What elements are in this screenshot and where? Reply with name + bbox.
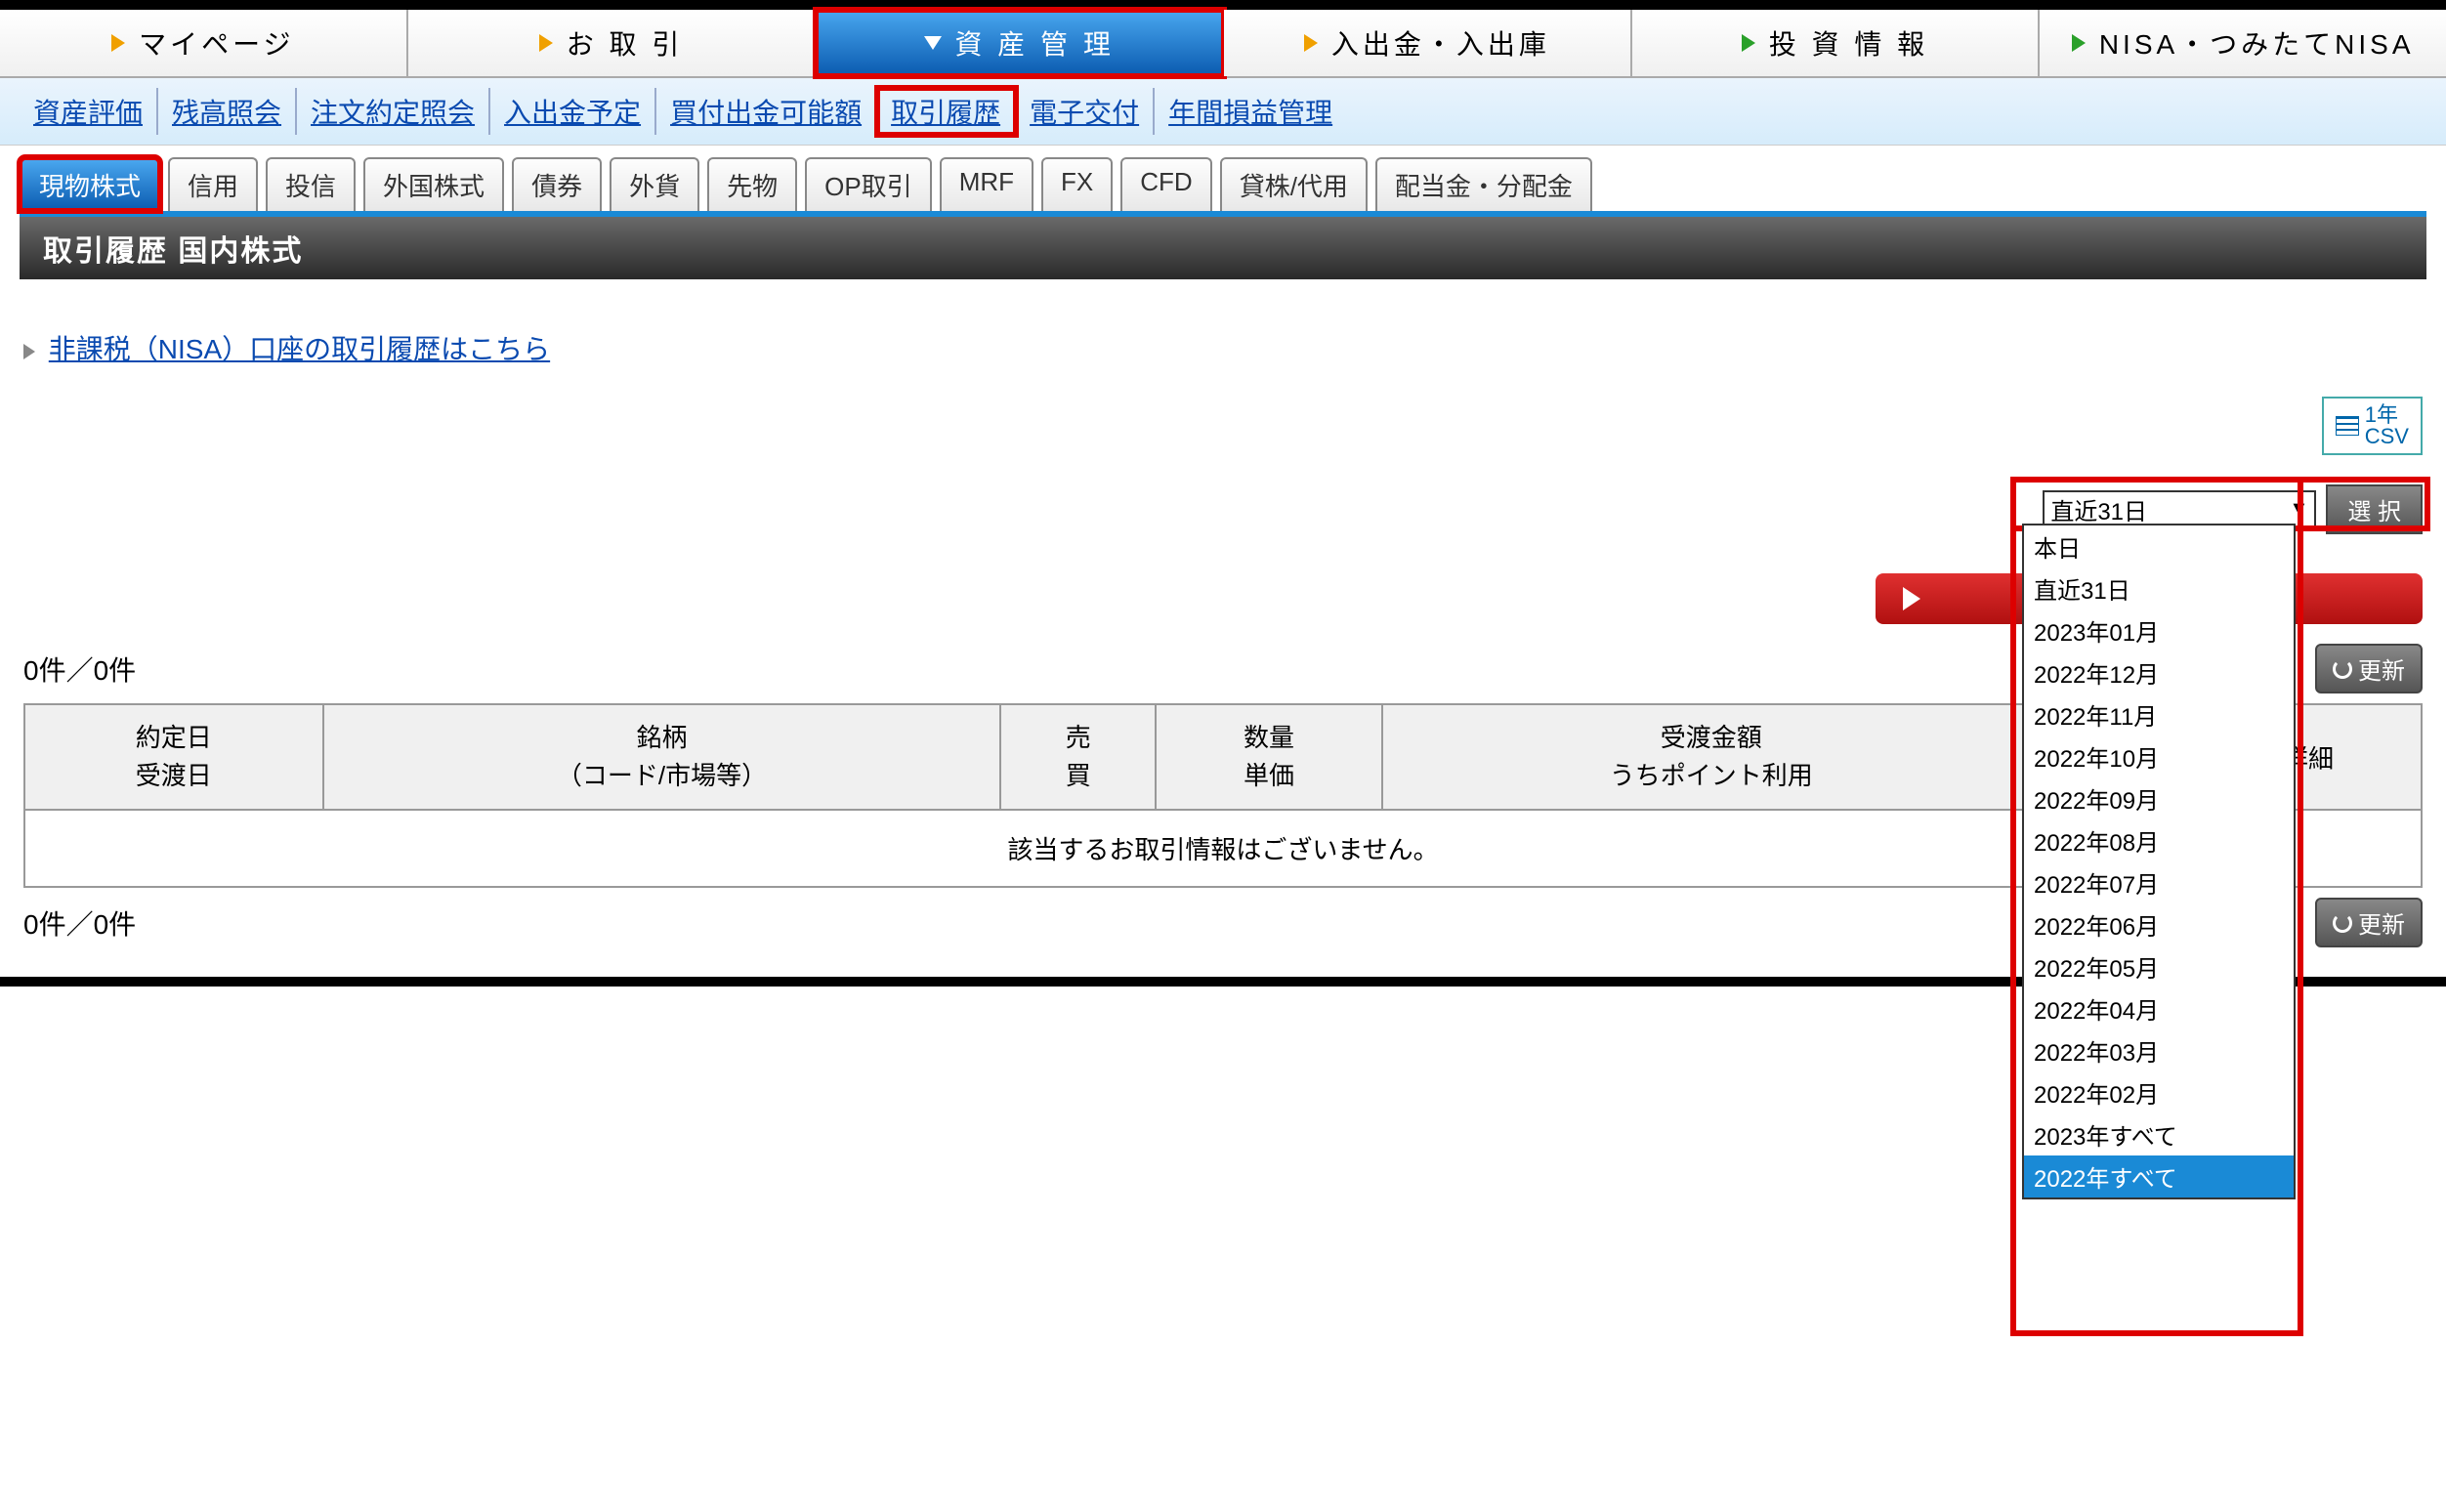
arrow-right-icon xyxy=(1742,34,1755,52)
tab-lending[interactable]: 貸株/代用 xyxy=(1220,157,1368,211)
nav-invest[interactable]: 投 資 情 報 xyxy=(1632,10,2041,76)
arrow-right-icon xyxy=(1304,34,1318,52)
arrow-down-icon xyxy=(924,36,942,50)
period-dropdown: 本日直近31日2023年01月2022年12月2022年11月2022年10月2… xyxy=(2022,524,2296,1199)
th-qty: 数量単価 xyxy=(1156,704,1382,810)
sub-nav: 資産評価 残高照会 注文約定照会 入出金予定 買付出金可能額 取引履歴 電子交付… xyxy=(0,78,2446,146)
period-selected-value: 直近31日 xyxy=(2050,492,2147,526)
tab-margin[interactable]: 信用 xyxy=(168,157,258,211)
arrow-right-icon xyxy=(2072,34,2086,52)
nav-label: マイページ xyxy=(139,23,294,63)
th-buysell: 売買 xyxy=(1000,704,1155,810)
nav-nisa[interactable]: NISA・つみたてNISA xyxy=(2040,10,2446,76)
subnav-history[interactable]: 取引履歴 xyxy=(877,88,1016,135)
period-select-row: 直近31日 ▼ 選 択 本日直近31日2023年01月2022年12月2022年… xyxy=(23,484,2423,534)
tab-futures[interactable]: 先物 xyxy=(707,157,797,211)
subnav-annual[interactable]: 年間損益管理 xyxy=(1155,88,1346,135)
nav-label: 資 産 管 理 xyxy=(955,23,1115,63)
result-count-bottom: 0件／0件 xyxy=(23,903,136,943)
period-option[interactable]: 2022年05月 xyxy=(2024,945,2294,987)
period-option[interactable]: 2022年12月 xyxy=(2024,651,2294,693)
nav-assets[interactable]: 資 産 管 理 xyxy=(816,10,1224,76)
tab-bond[interactable]: 債券 xyxy=(512,157,602,211)
th-date: 約定日受渡日 xyxy=(24,704,323,810)
nav-trade[interactable]: お 取 引 xyxy=(408,10,817,76)
triangle-bullet-icon xyxy=(23,344,35,359)
period-option[interactable]: 2022年08月 xyxy=(2024,819,2294,861)
period-option[interactable]: 2022年07月 xyxy=(2024,861,2294,903)
period-option[interactable]: 2023年すべて xyxy=(2024,1113,2294,1155)
result-count-top: 0件／0件 xyxy=(23,650,136,689)
period-option[interactable]: 2022年すべて xyxy=(2024,1155,2294,1197)
nav-label: お 取 引 xyxy=(567,23,684,63)
tab-spot[interactable]: 現物株式 xyxy=(20,157,160,211)
period-option[interactable]: 本日 xyxy=(2024,525,2294,567)
tab-fund[interactable]: 投信 xyxy=(266,157,356,211)
arrow-right-icon xyxy=(539,34,553,52)
subnav-balance[interactable]: 残高照会 xyxy=(158,88,297,135)
period-option[interactable]: 2022年09月 xyxy=(2024,777,2294,819)
subnav-edoc[interactable]: 電子交付 xyxy=(1016,88,1155,135)
nav-label: NISA・つみたてNISA xyxy=(2099,23,2415,63)
product-tabs: 現物株式 信用 投信 外国株式 債券 外貨 先物 OP取引 MRF FX CFD… xyxy=(0,146,2446,211)
tab-cfd[interactable]: CFD xyxy=(1120,157,1211,211)
tab-fx[interactable]: FX xyxy=(1041,157,1113,211)
csv-label: 1年 CSV xyxy=(2365,404,2409,447)
period-option[interactable]: 2022年02月 xyxy=(2024,1071,2294,1113)
nav-label: 投 資 情 報 xyxy=(1769,23,1928,63)
period-option[interactable]: 2023年01月 xyxy=(2024,609,2294,651)
th-stock: 銘柄（コード/市場等） xyxy=(323,704,1001,810)
tab-mrf[interactable]: MRF xyxy=(940,157,1033,211)
section-header: 取引履歴 国内株式 xyxy=(20,211,2426,279)
nav-mypage[interactable]: マイページ xyxy=(0,10,408,76)
nav-deposit[interactable]: 入出金・入出庫 xyxy=(1224,10,1632,76)
refresh-icon xyxy=(2333,913,2352,933)
subnav-order[interactable]: 注文約定照会 xyxy=(297,88,490,135)
nisa-history-link[interactable]: 非課税（NISA）口座の取引履歴はこちら xyxy=(49,334,550,364)
chevron-down-icon: ▼ xyxy=(2290,498,2309,521)
tab-options[interactable]: OP取引 xyxy=(805,157,932,211)
subnav-buyable[interactable]: 買付出金可能額 xyxy=(656,88,877,135)
csv-icon xyxy=(2336,416,2359,436)
tab-fxcurr[interactable]: 外貨 xyxy=(610,157,699,211)
period-option[interactable]: 2022年03月 xyxy=(2024,1029,2294,1071)
arrow-right-icon xyxy=(111,34,125,52)
subnav-eval[interactable]: 資産評価 xyxy=(20,88,158,135)
subnav-deposit-sched[interactable]: 入出金予定 xyxy=(490,88,656,135)
nisa-link-line: 非課税（NISA）口座の取引履歴はこちら xyxy=(23,328,2423,367)
refresh-button-bottom[interactable]: 更新 xyxy=(2315,898,2423,947)
tab-dividend[interactable]: 配当金・分配金 xyxy=(1375,157,1592,211)
select-button[interactable]: 選 択 xyxy=(2326,484,2423,534)
period-option[interactable]: 2022年06月 xyxy=(2024,903,2294,945)
nav-label: 入出金・入出庫 xyxy=(1331,23,1550,63)
tab-foreign[interactable]: 外国株式 xyxy=(363,157,504,211)
period-option[interactable]: 2022年04月 xyxy=(2024,987,2294,1029)
csv-1year-button[interactable]: 1年 CSV xyxy=(2322,397,2423,455)
period-option[interactable]: 直近31日 xyxy=(2024,567,2294,609)
refresh-icon xyxy=(2333,659,2352,679)
main-nav: マイページ お 取 引 資 産 管 理 入出金・入出庫 投 資 情 報 NISA… xyxy=(0,10,2446,78)
th-amount: 受渡金額うちポイント利用 xyxy=(1382,704,2040,810)
period-option[interactable]: 2022年10月 xyxy=(2024,735,2294,777)
refresh-button-top[interactable]: 更新 xyxy=(2315,644,2423,693)
play-icon xyxy=(1903,587,1920,610)
period-option[interactable]: 2022年11月 xyxy=(2024,693,2294,735)
